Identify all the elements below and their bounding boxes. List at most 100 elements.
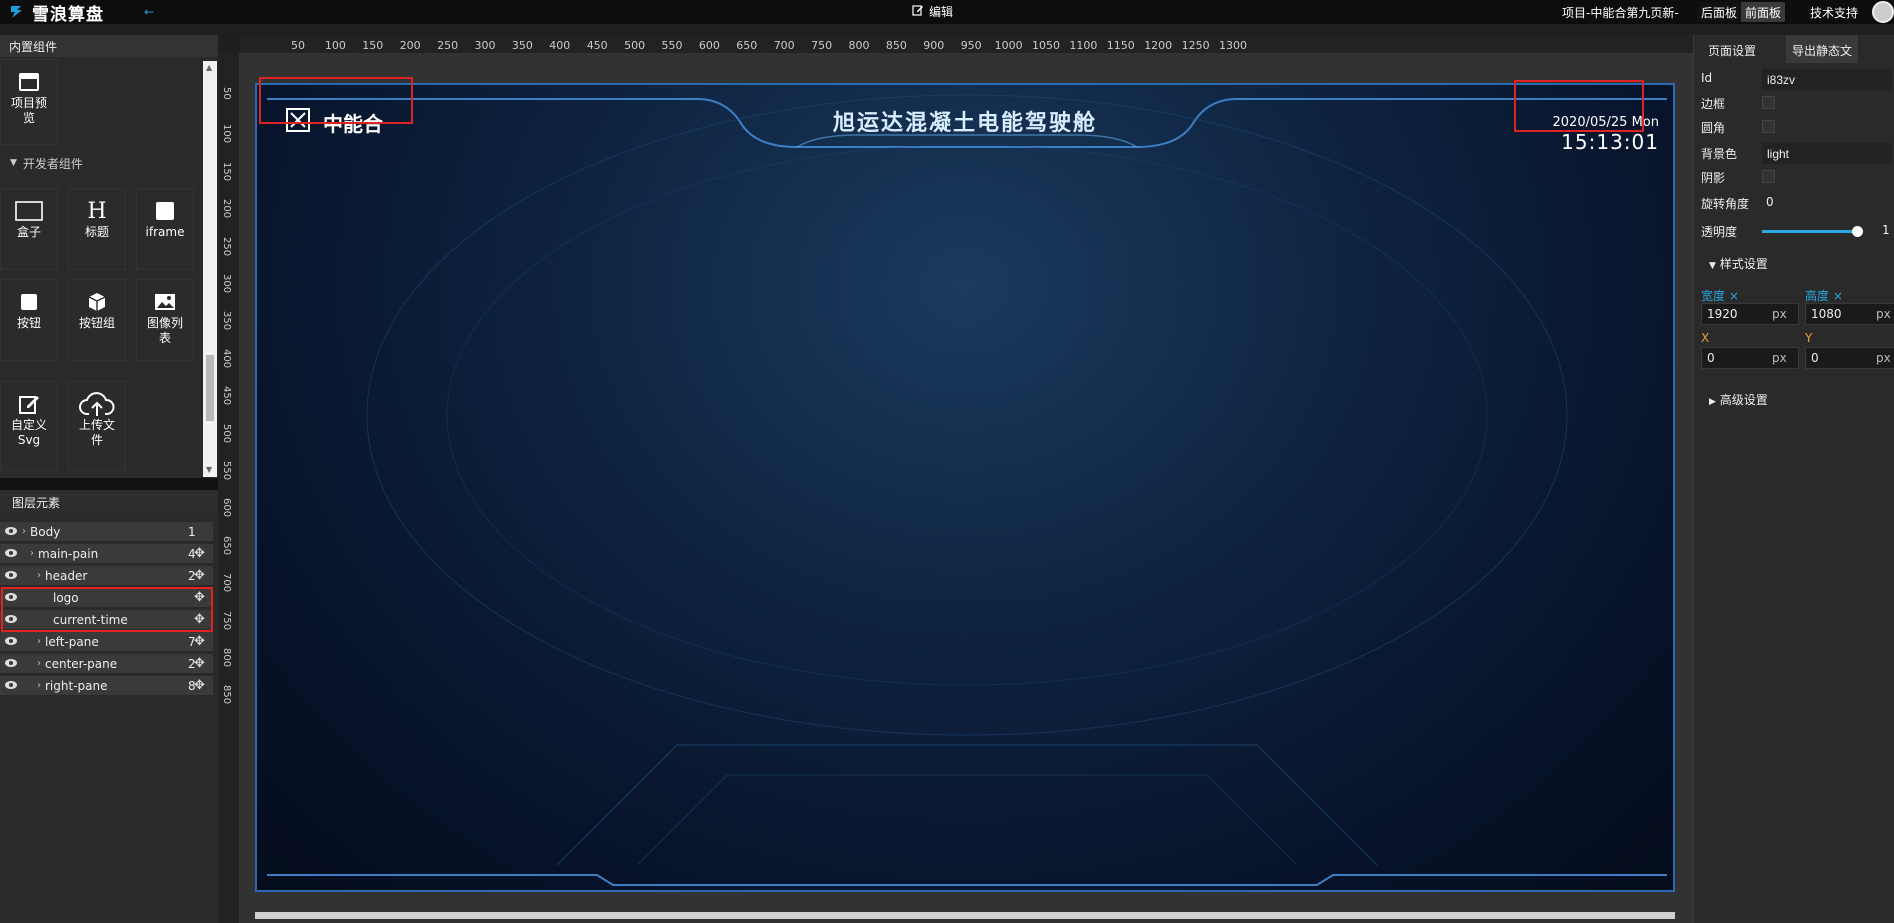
scroll-down-icon[interactable]: ▼ xyxy=(206,465,212,474)
ruler-tick: 700 xyxy=(773,39,795,52)
ruler-tick: 150 xyxy=(221,161,232,181)
eye-icon[interactable] xyxy=(4,569,18,583)
right-panel-tabs: 页面设置 导出静态文 xyxy=(1694,35,1894,63)
ruler-tick: 850 xyxy=(885,39,907,52)
advanced-section-toggle[interactable]: ▶ 高级设置 xyxy=(1709,391,1768,408)
cube-icon xyxy=(87,288,107,316)
eye-icon[interactable] xyxy=(4,547,18,561)
scroll-up-icon[interactable]: ▲ xyxy=(206,63,212,72)
eye-icon[interactable] xyxy=(4,635,18,649)
rotation-value[interactable]: 0 xyxy=(1766,195,1774,209)
tab-front-panel[interactable]: 前面板 xyxy=(1741,2,1785,22)
ruler-tick: 1000 xyxy=(994,39,1023,52)
layer-row-center-pane[interactable]: › center-pane 2 ✥ xyxy=(0,654,213,674)
component-iframe[interactable]: iframe xyxy=(136,188,194,270)
ruler-tick: 1100 xyxy=(1069,39,1098,52)
opacity-slider-handle[interactable] xyxy=(1852,226,1863,237)
width-label: 宽度 × xyxy=(1701,289,1739,303)
layer-name: left-pane xyxy=(45,634,99,649)
caret-right-icon[interactable]: › xyxy=(37,680,41,691)
prop-label-border: 边框 xyxy=(1701,97,1726,111)
caret-right-icon[interactable]: › xyxy=(37,570,41,581)
ruler-tick: 50 xyxy=(221,87,232,100)
ruler-tick: 100 xyxy=(221,124,232,144)
prop-label-shadow: 阴影 xyxy=(1701,171,1726,185)
layer-row-body[interactable]: › Body 1 xyxy=(0,522,213,542)
avatar[interactable] xyxy=(1872,1,1894,23)
ruler-tick: 350 xyxy=(511,39,533,52)
eye-icon[interactable] xyxy=(4,525,18,539)
tab-back-panel[interactable]: 后面板 xyxy=(1697,2,1742,22)
move-icon[interactable]: ✥ xyxy=(194,568,205,583)
border-checkbox[interactable] xyxy=(1762,96,1775,109)
component-box[interactable]: 盒子 xyxy=(0,188,58,270)
scroll-thumb[interactable] xyxy=(206,355,214,421)
layer-name: Body xyxy=(30,524,61,539)
back-arrow-icon[interactable]: ← xyxy=(144,5,154,19)
component-custom-svg[interactable]: 自定义Svg xyxy=(0,381,58,471)
caret-right-icon[interactable]: › xyxy=(37,658,41,669)
shadow-checkbox[interactable] xyxy=(1762,170,1775,183)
ruler-tick: 500 xyxy=(624,39,646,52)
dev-section-toggle[interactable]: ▼ 开发者组件 xyxy=(0,152,203,174)
bgcolor-input[interactable] xyxy=(1762,143,1892,164)
height-unit: px xyxy=(1876,307,1891,321)
component-label: 盒子 xyxy=(16,225,41,239)
ruler-tick: 400 xyxy=(549,39,571,52)
component-scrollbar[interactable]: ▲ ▼ xyxy=(203,61,217,477)
edit-mode[interactable]: 编辑 xyxy=(912,3,953,20)
move-icon[interactable]: ✥ xyxy=(194,634,205,649)
current-clock: 15:13:01 xyxy=(1561,130,1659,154)
caret-right-icon[interactable]: › xyxy=(30,548,34,559)
ruler-tick: 100 xyxy=(324,39,346,52)
id-input[interactable] xyxy=(1762,69,1892,90)
width-unit: px xyxy=(1772,307,1787,321)
component-label: 项目预览 xyxy=(10,96,47,125)
tab-page-settings[interactable]: 页面设置 xyxy=(1694,35,1770,63)
caret-right-icon[interactable]: › xyxy=(22,526,26,537)
brand-name: 雪浪算盘 xyxy=(32,4,104,25)
tab-export-static[interactable]: 导出静态文 xyxy=(1786,35,1859,63)
radius-checkbox[interactable] xyxy=(1762,120,1775,133)
style-section-toggle[interactable]: ▼ 样式设置 xyxy=(1709,255,1768,272)
divider xyxy=(0,478,218,490)
canvas-area[interactable]: 中能合 旭运达混凝土电能驾驶舱 2020/05/25 Mon 15:13:01 xyxy=(240,53,1693,923)
layer-name: header xyxy=(45,568,88,583)
component-button[interactable]: 按钮 xyxy=(0,279,58,361)
component-button-group[interactable]: 按钮组 xyxy=(68,279,126,361)
component-image-list[interactable]: 图像列表 xyxy=(136,279,194,361)
ruler-tick: 400 xyxy=(221,348,232,368)
layer-row-right-pane[interactable]: › right-pane 8 ✥ xyxy=(0,676,213,696)
layer-name: center-pane xyxy=(45,656,118,671)
brand[interactable]: 雪浪算盘 xyxy=(0,0,104,25)
ruler-tick: 500 xyxy=(221,423,232,443)
dashboard-preview[interactable]: 中能合 旭运达混凝土电能驾驶舱 2020/05/25 Mon 15:13:01 xyxy=(255,83,1675,892)
ruler-tick: 750 xyxy=(811,39,833,52)
eye-icon[interactable] xyxy=(4,679,18,693)
highlight-box xyxy=(1,587,213,632)
caret-right-icon: ▶ xyxy=(1709,397,1716,407)
move-icon[interactable]: ✥ xyxy=(194,546,205,561)
move-icon[interactable]: ✥ xyxy=(194,678,205,693)
layer-count: 1 xyxy=(188,524,196,539)
component-upload-file[interactable]: 上传文件 xyxy=(68,381,126,471)
layer-row-main-pain[interactable]: › main-pain 4 ✥ xyxy=(0,544,213,564)
caret-right-icon[interactable]: › xyxy=(37,636,41,647)
width-label-text: 宽度 xyxy=(1701,289,1726,303)
support-link[interactable]: 技术支持 xyxy=(1810,4,1858,21)
ruler-tick: 300 xyxy=(221,274,232,294)
layer-row-left-pane[interactable]: › left-pane 7 ✥ xyxy=(0,632,213,652)
panel-toggle: 后面板 前面板 xyxy=(1697,2,1786,22)
ruler-tick: 250 xyxy=(437,39,459,52)
move-icon[interactable]: ✥ xyxy=(194,656,205,671)
eye-icon[interactable] xyxy=(4,657,18,671)
ruler-tick: 150 xyxy=(362,39,384,52)
ruler-tick: 600 xyxy=(698,39,720,52)
opacity-slider[interactable] xyxy=(1762,226,1863,237)
canvas-horizontal-scrollbar[interactable] xyxy=(255,912,1675,919)
component-heading[interactable]: H 标题 xyxy=(68,188,126,270)
ruler-tick: 800 xyxy=(848,39,870,52)
layer-row-header[interactable]: › header 2 ✥ xyxy=(0,566,213,586)
component-project-preview[interactable]: 项目预览 xyxy=(0,59,58,145)
highlight-box xyxy=(259,77,413,124)
